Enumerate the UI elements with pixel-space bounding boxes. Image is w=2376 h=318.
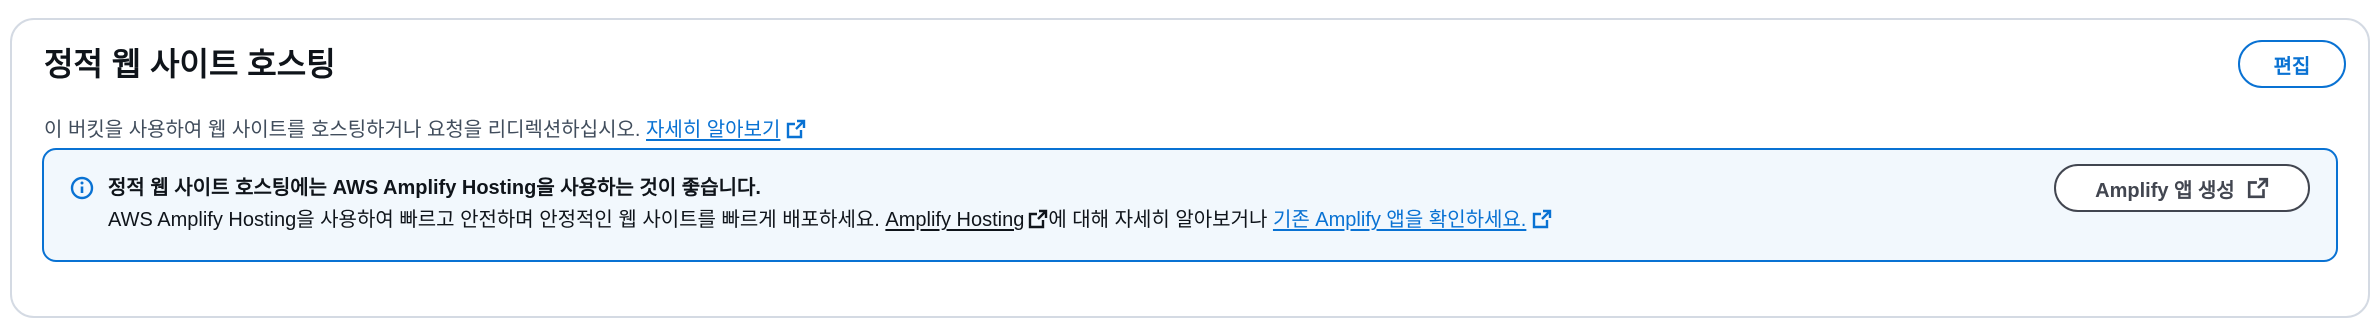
external-link-icon (1029, 209, 1048, 229)
static-website-hosting-panel: 정적 웹 사이트 호스팅 이 버킷을 사용하여 웹 사이트를 호스팅하거나 요청… (10, 18, 2370, 318)
section-title: 정적 웹 사이트 호스팅 (44, 46, 336, 82)
existing-amplify-apps-link[interactable]: 기존 Amplify 앱을 확인하세요. (1273, 209, 1526, 231)
edit-button[interactable]: 편집 (2238, 40, 2346, 88)
amplify-hosting-link[interactable]: Amplify Hosting (885, 209, 1024, 231)
create-amplify-app-label: Amplify 앱 생성 (2095, 179, 2235, 202)
alert-title: 정적 웹 사이트 호스팅에는 AWS Amplify Hosting을 사용하는… (108, 177, 761, 199)
description-text: 이 버킷을 사용하여 웹 사이트를 호스팅하거나 요청을 리디렉션하십시오. (44, 119, 641, 141)
amplify-hosting-label: Amplify Hosting (885, 209, 1025, 231)
alert-body-middle: 에 대해 자세히 알아보거나 (1048, 209, 1268, 231)
external-link-icon (1533, 209, 1552, 229)
external-link-icon (2247, 177, 2268, 199)
info-icon (70, 176, 94, 200)
amplify-info-alert: 정적 웹 사이트 호스팅에는 AWS Amplify Hosting을 사용하는… (42, 148, 2338, 262)
external-link-icon (787, 119, 806, 139)
learn-more-label: 자세히 알아보기 (646, 119, 781, 141)
create-amplify-app-button[interactable]: Amplify 앱 생성 (2054, 164, 2310, 212)
alert-body: AWS Amplify Hosting을 사용하여 빠르고 안전하며 안정적인 … (108, 206, 1552, 234)
alert-body-prefix: AWS Amplify Hosting을 사용하여 빠르고 안전하며 안정적인 … (108, 209, 880, 231)
section-description: 이 버킷을 사용하여 웹 사이트를 호스팅하거나 요청을 리디렉션하십시오. 자… (44, 116, 806, 144)
existing-apps-label: 기존 Amplify 앱을 확인하세요. (1272, 209, 1527, 231)
learn-more-link[interactable]: 자세히 알아보기 (646, 119, 780, 141)
